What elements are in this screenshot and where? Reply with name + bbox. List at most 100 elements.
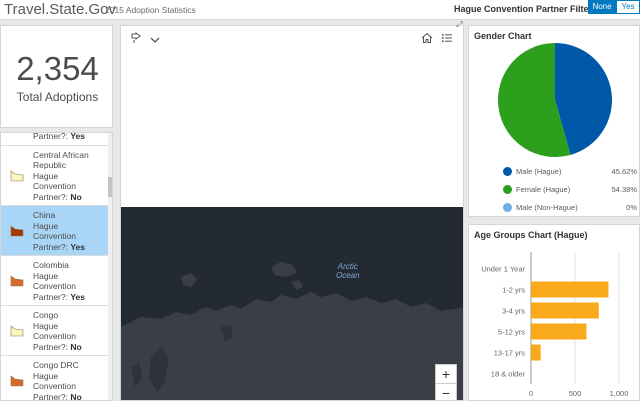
chevron-down-icon[interactable] <box>145 32 165 50</box>
legend-swatch <box>503 167 512 176</box>
age-bar[interactable] <box>531 302 599 319</box>
landmass-shapes <box>121 262 463 400</box>
country-list-scrollbar[interactable] <box>108 133 112 400</box>
legend-swatch <box>503 203 512 212</box>
country-color-swatch <box>10 275 24 287</box>
country-color-swatch <box>10 375 24 387</box>
legend-label: Female (Hague) <box>516 185 571 194</box>
country-list-line: Partner?: Yes <box>33 241 85 252</box>
country-list-text: China Hague Convention Partner?: Yes <box>33 210 109 252</box>
legend-label: Male (Hague) <box>516 167 562 176</box>
app-header: Travel.State.Gov 2015 Adoption Statistic… <box>0 0 640 20</box>
app-subtitle: 2015 Adoption Statistics <box>105 5 196 15</box>
ocean-label-line-2: Ocean <box>336 271 360 280</box>
country-color-swatch <box>10 225 24 237</box>
age-bar[interactable] <box>531 281 609 298</box>
age-chart-title: Age Groups Chart (Hague) <box>474 230 588 240</box>
y-category-label: Under 1 Year <box>481 265 525 274</box>
country-list-line: Convention <box>33 281 77 291</box>
country-list-line: China <box>33 210 56 220</box>
gender-chart-title: Gender Chart <box>474 31 532 41</box>
filter-yes-button[interactable]: Yes <box>616 0 640 14</box>
country-list-line: Partner?: No <box>33 391 82 401</box>
y-category-label: 13-17 yrs <box>494 349 526 358</box>
country-list-line: Congo DRC <box>33 360 79 370</box>
country-list-line: Hague <box>33 370 59 381</box>
partner-status: Yes <box>70 132 85 141</box>
app-title: Travel.State.Gov <box>4 1 116 18</box>
partner-status: Yes <box>70 291 85 302</box>
legend-percent: 45.62% <box>611 167 637 176</box>
country-list-line: Partner?: No <box>33 341 82 352</box>
age-groups-bar-chart[interactable]: 0 500 1,000 Under 1 Year 1-2 yrs 3-4 yrs 5-12 … <box>469 242 640 401</box>
age-bar[interactable] <box>531 344 541 361</box>
total-adoptions-card: 2,354 Total Adoptions <box>0 25 113 128</box>
country-list-line: Colombia <box>33 260 69 270</box>
legend-label: Male (Non-Hague) <box>516 203 578 212</box>
y-category-label: 3-4 yrs <box>502 307 525 316</box>
country-list-item[interactable]: Colombia Hague Convention Partner?: Yes <box>1 256 110 306</box>
y-category-label: 18 & older <box>491 370 526 379</box>
zoom-in-button[interactable]: + <box>435 364 457 384</box>
country-list-line: Hague <box>33 170 59 181</box>
hague-filter-label: Hague Convention Partner Filter <box>454 4 593 14</box>
partner-status: No <box>70 341 82 352</box>
expand-icon[interactable]: ⤢ <box>455 20 464 29</box>
country-list-item[interactable]: Central African Republic Hague Convention Pa… <box>1 146 110 206</box>
partner-status: No <box>70 391 82 401</box>
country-list-line: Central African <box>33 149 89 160</box>
country-list-line: Hague <box>33 320 59 331</box>
country-list-text: Congo DRC Hague Convention Partner?: No <box>33 360 109 401</box>
country-list-line: Convention <box>33 331 77 341</box>
scroll-thumb[interactable] <box>108 177 112 197</box>
legend-item[interactable]: Female (Hague) 54.38% <box>503 184 639 196</box>
app-root: Travel.State.Gov 2015 Adoption Statistic… <box>0 0 640 401</box>
legend-item[interactable]: Male (Non-Hague) 0% <box>503 202 639 214</box>
map-panel[interactable]: Arctic Ocean + − <box>120 25 464 401</box>
ocean-label-line-1: Arctic <box>337 262 358 271</box>
x-tick-label: 1,000 <box>610 389 629 398</box>
country-color-swatch <box>10 325 24 337</box>
country-list-line: Hague <box>33 270 59 281</box>
partner-status: Yes <box>70 241 85 252</box>
y-category-label: 5-12 yrs <box>498 328 525 337</box>
country-list-item[interactable]: Congo DRC Hague Convention Partner?: No <box>1 356 110 401</box>
legend-item[interactable]: Male (Hague) 45.62% <box>503 166 639 178</box>
select-tool-icon[interactable] <box>127 32 147 50</box>
country-list-line: Hague <box>33 220 59 231</box>
gender-chart-card: Gender Chart Male (Hague) 45.62% Female (H… <box>468 25 640 217</box>
country-list-item[interactable]: China Hague Convention Partner?: Yes <box>1 206 110 256</box>
country-list-text: Colombia Hague Convention Partner?: Yes <box>33 260 109 302</box>
list-icon[interactable] <box>437 32 457 50</box>
country-list-line: Republic <box>33 160 67 170</box>
country-color-swatch <box>10 170 24 182</box>
zoom-out-button[interactable]: − <box>435 383 457 400</box>
home-icon[interactable] <box>417 32 437 50</box>
country-list-line: Congo <box>33 310 59 320</box>
arctic-ocean-label: Arctic Ocean <box>336 262 360 280</box>
country-list-line: Convention <box>33 181 77 191</box>
age-groups-chart-card: Age Groups Chart (Hague) 0 500 1,000 Under … <box>468 224 640 401</box>
country-list-line: Convention <box>33 381 77 391</box>
age-bar[interactable] <box>531 323 587 340</box>
y-category-label: 1-2 yrs <box>502 286 525 295</box>
country-list-text: Partner?: Yes <box>33 132 109 142</box>
gender-pie-chart[interactable] <box>469 42 640 182</box>
basemap[interactable]: Arctic Ocean <box>121 207 463 400</box>
country-list-text: Central African Republic Hague Convention Pa… <box>33 150 109 203</box>
x-tick-label: 500 <box>569 389 582 398</box>
total-adoptions-number: 2,354 <box>16 50 99 87</box>
country-list-line: Partner?: Yes <box>33 291 85 302</box>
x-tick-label: 0 <box>529 389 533 398</box>
legend-swatch <box>503 185 512 194</box>
legend-percent: 54.38% <box>611 185 637 194</box>
country-list-text: Congo Hague Convention Partner?: No <box>33 310 109 352</box>
country-list-line: Partner?: No <box>33 191 82 202</box>
country-list-item[interactable]: Partner?: Yes <box>1 132 110 146</box>
total-adoptions-label: Total Adoptions <box>16 90 99 104</box>
filter-none-button[interactable]: None <box>588 0 616 14</box>
country-list-item[interactable]: Congo Hague Convention Partner?: No <box>1 306 110 356</box>
country-list-line: Convention <box>33 231 77 241</box>
partner-status: No <box>70 191 82 202</box>
legend-percent: 0% <box>626 203 637 212</box>
